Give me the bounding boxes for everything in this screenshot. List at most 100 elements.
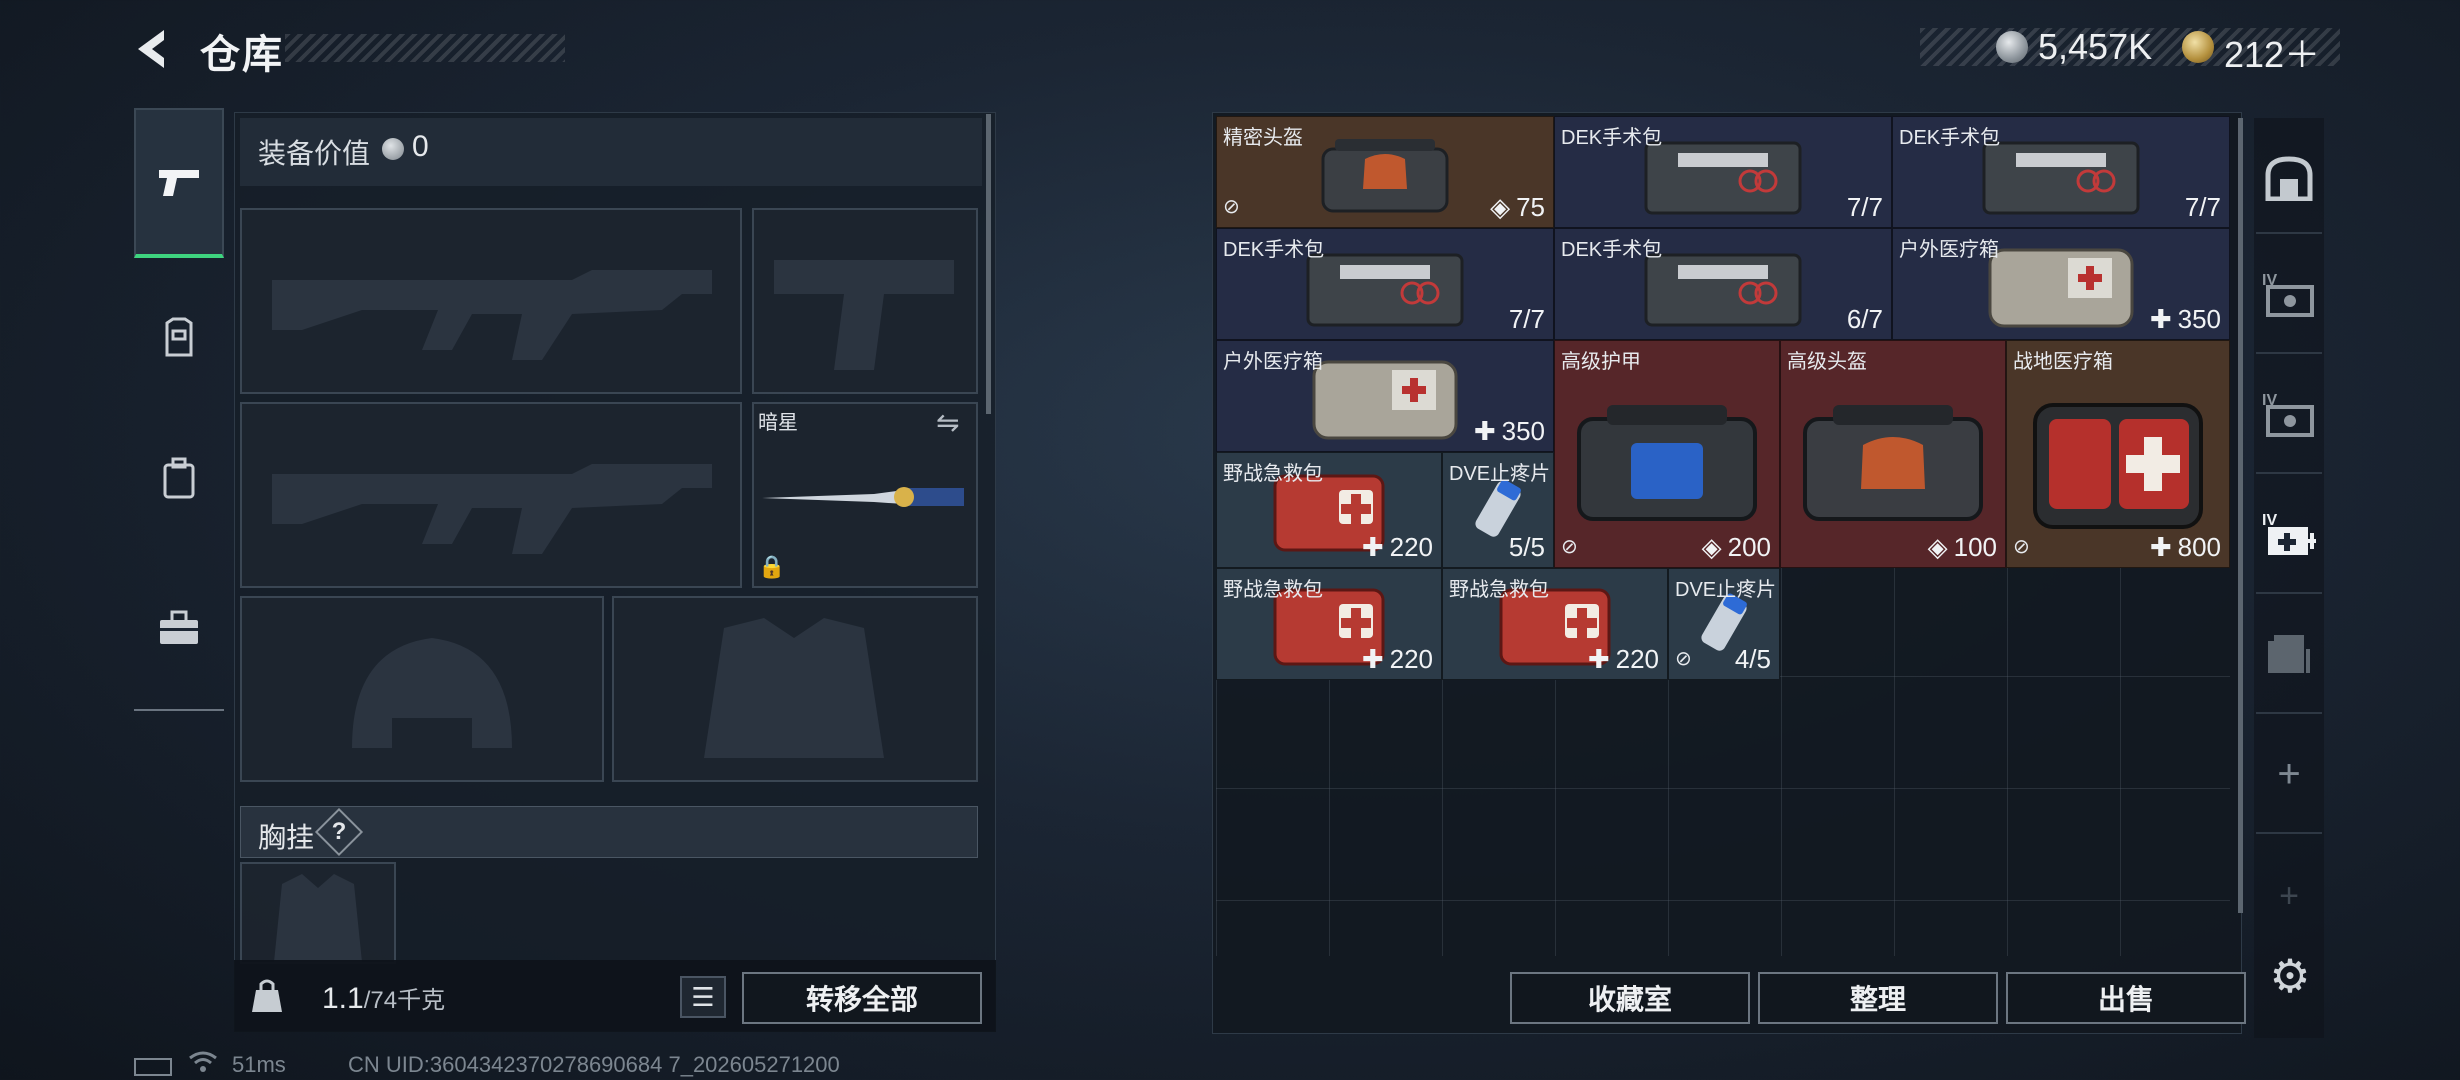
item-card[interactable]: DEK手术包 6/7	[1554, 228, 1892, 340]
item-value: 4/5	[1734, 644, 1771, 674]
sidebar-divider	[2256, 592, 2322, 594]
tab-weapons[interactable]	[134, 108, 224, 258]
safe-box-icon[interactable]	[2254, 128, 2324, 228]
pistol-slot[interactable]	[752, 208, 978, 394]
collection-room-button[interactable]: 收藏室	[1510, 972, 1750, 1024]
outdoor-medkit-image	[1988, 248, 2134, 328]
item-name: DEK手术包	[1561, 127, 1663, 149]
tab-backpack[interactable]	[134, 418, 224, 538]
silver-coin-icon	[1996, 31, 2028, 63]
item-value: ✚ 350	[2149, 304, 2221, 334]
item-card[interactable]: DVE止疼片 5/5	[1442, 452, 1554, 568]
list-view-button[interactable]: ☰	[680, 976, 726, 1018]
item-card[interactable]: DVE止疼片 ⊘ 4/5	[1668, 568, 1780, 680]
item-card[interactable]: 精密头盔 ⊘ ◈ 75	[1216, 116, 1554, 228]
shield-icon: ◈	[1927, 532, 1948, 562]
iv-key-case-icon[interactable]: IV	[2254, 364, 2324, 464]
rifle-silhouette-icon	[272, 464, 712, 554]
helmet-bag-image	[1321, 139, 1449, 213]
svg-text:IV: IV	[2262, 512, 2277, 529]
item-card[interactable]: DEK手术包 7/7	[1216, 228, 1554, 340]
weight-current: 1.1	[322, 982, 364, 1015]
plus-icon: ✚	[1587, 644, 1610, 674]
no-insure-icon: ⊘	[1675, 648, 1692, 670]
item-card[interactable]: 高级护甲 ⊘ ◈ 200	[1554, 340, 1780, 568]
outdoor-medkit-image	[1312, 360, 1458, 440]
primary-weapon-slot-2[interactable]	[240, 402, 742, 588]
sidebar-divider	[2256, 712, 2322, 714]
item-name: 战地医疗箱	[2013, 351, 2113, 373]
item-value: ✚ 220	[1361, 532, 1433, 562]
item-name: 精密头盔	[1223, 127, 1303, 149]
backpack-icon	[163, 457, 195, 499]
add-icon[interactable]: +	[2254, 724, 2324, 824]
back-arrow-icon[interactable]	[130, 26, 176, 72]
wifi-icon	[188, 1050, 218, 1080]
helmet-slot[interactable]	[240, 596, 604, 782]
gold-currency-value[interactable]: 212＋	[2224, 26, 2320, 78]
iv-key-case-icon[interactable]: IV	[2254, 244, 2324, 344]
item-name: DEK手术包	[1899, 127, 2001, 149]
armor-slot[interactable]	[612, 596, 978, 782]
transfer-all-button[interactable]: 转移全部	[742, 972, 982, 1024]
tab-rig[interactable]	[134, 278, 224, 398]
item-card[interactable]: 野战急救包 ✚ 220	[1216, 568, 1442, 680]
primary-weapon-slot-1[interactable]	[240, 208, 742, 394]
item-card[interactable]: 高级头盔 ◈ 100	[1780, 340, 2006, 568]
equipment-scrollbar[interactable]	[986, 114, 991, 414]
plus-icon: ✚	[1473, 416, 1496, 446]
item-card[interactable]: DEK手术包 7/7	[1892, 116, 2230, 228]
no-insure-icon: ⊘	[1223, 196, 1240, 218]
gold-coin-icon[interactable]	[2182, 31, 2214, 63]
item-value: ◈ 100	[1927, 532, 1997, 562]
surgical-kit-image	[1982, 141, 2140, 215]
equipment-value-label: 装备价值	[258, 138, 371, 169]
user-uid: CN UID:3604342370278690684 7_20260527120…	[348, 1052, 840, 1077]
sidebar-divider	[2256, 472, 2322, 474]
item-card[interactable]: 战地医疗箱 ⊘ ✚ 800	[2006, 340, 2230, 568]
item-value: ✚ 800	[2149, 532, 2221, 562]
swap-icon[interactable]: ⇋	[936, 406, 959, 439]
item-card[interactable]: 野战急救包 ✚ 220	[1442, 568, 1668, 680]
add-icon: +	[2279, 876, 2299, 915]
item-card[interactable]: 野战急救包 ✚ 220	[1216, 452, 1442, 568]
item-name: 户外医疗箱	[1899, 239, 1999, 261]
gear-icon[interactable]: ⚙	[2262, 948, 2318, 1004]
plus-icon: ✚	[2149, 532, 2172, 562]
item-name: DVE止疼片	[1449, 463, 1551, 485]
shield-icon: ◈	[1701, 532, 1722, 562]
item-name: DVE止疼片	[1675, 579, 1777, 601]
sidebar-divider	[2256, 352, 2322, 354]
storage-scrollbar[interactable]	[2238, 118, 2243, 913]
iv-medkit-icon[interactable]: IV	[2254, 484, 2324, 584]
chest-rig-slot[interactable]	[240, 862, 396, 964]
help-icon-glyph: ?	[331, 818, 347, 845]
sell-button[interactable]: 出售	[2006, 972, 2246, 1024]
item-card[interactable]: 户外医疗箱 ✚ 350	[1892, 228, 2230, 340]
page-title: 仓库	[200, 33, 284, 77]
item-card[interactable]: 户外医疗箱 ✚ 350	[1216, 340, 1554, 452]
tab-case[interactable]	[134, 568, 224, 688]
armor-silhouette-icon	[704, 618, 884, 758]
tab-divider	[134, 709, 224, 711]
sort-button[interactable]: 整理	[1758, 972, 1998, 1024]
item-value: 5/5	[1508, 532, 1545, 562]
rig-silhouette-icon	[274, 874, 362, 962]
surgical-kit-image	[1306, 253, 1464, 327]
item-value: 7/7	[1846, 192, 1883, 222]
item-value: ◈ 75	[1490, 192, 1545, 222]
pistol-silhouette-icon	[774, 260, 954, 370]
weight-bag-icon	[250, 978, 284, 1023]
chest-rig-label: 胸挂	[258, 822, 315, 853]
file-case-icon[interactable]	[2254, 604, 2324, 704]
title-decoration	[285, 34, 565, 62]
item-card[interactable]: DEK手术包 7/7	[1554, 116, 1892, 228]
silver-currency-value: 5,457K	[2038, 26, 2153, 67]
item-name: DEK手术包	[1223, 239, 1325, 261]
item-value: ✚ 350	[1473, 416, 1545, 446]
item-value: ✚ 220	[1587, 644, 1659, 674]
item-value: ✚ 220	[1361, 644, 1433, 674]
sidebar-divider	[2256, 232, 2322, 234]
ping-readout: 51ms	[232, 1052, 286, 1077]
shield-icon: ◈	[1490, 192, 1511, 222]
